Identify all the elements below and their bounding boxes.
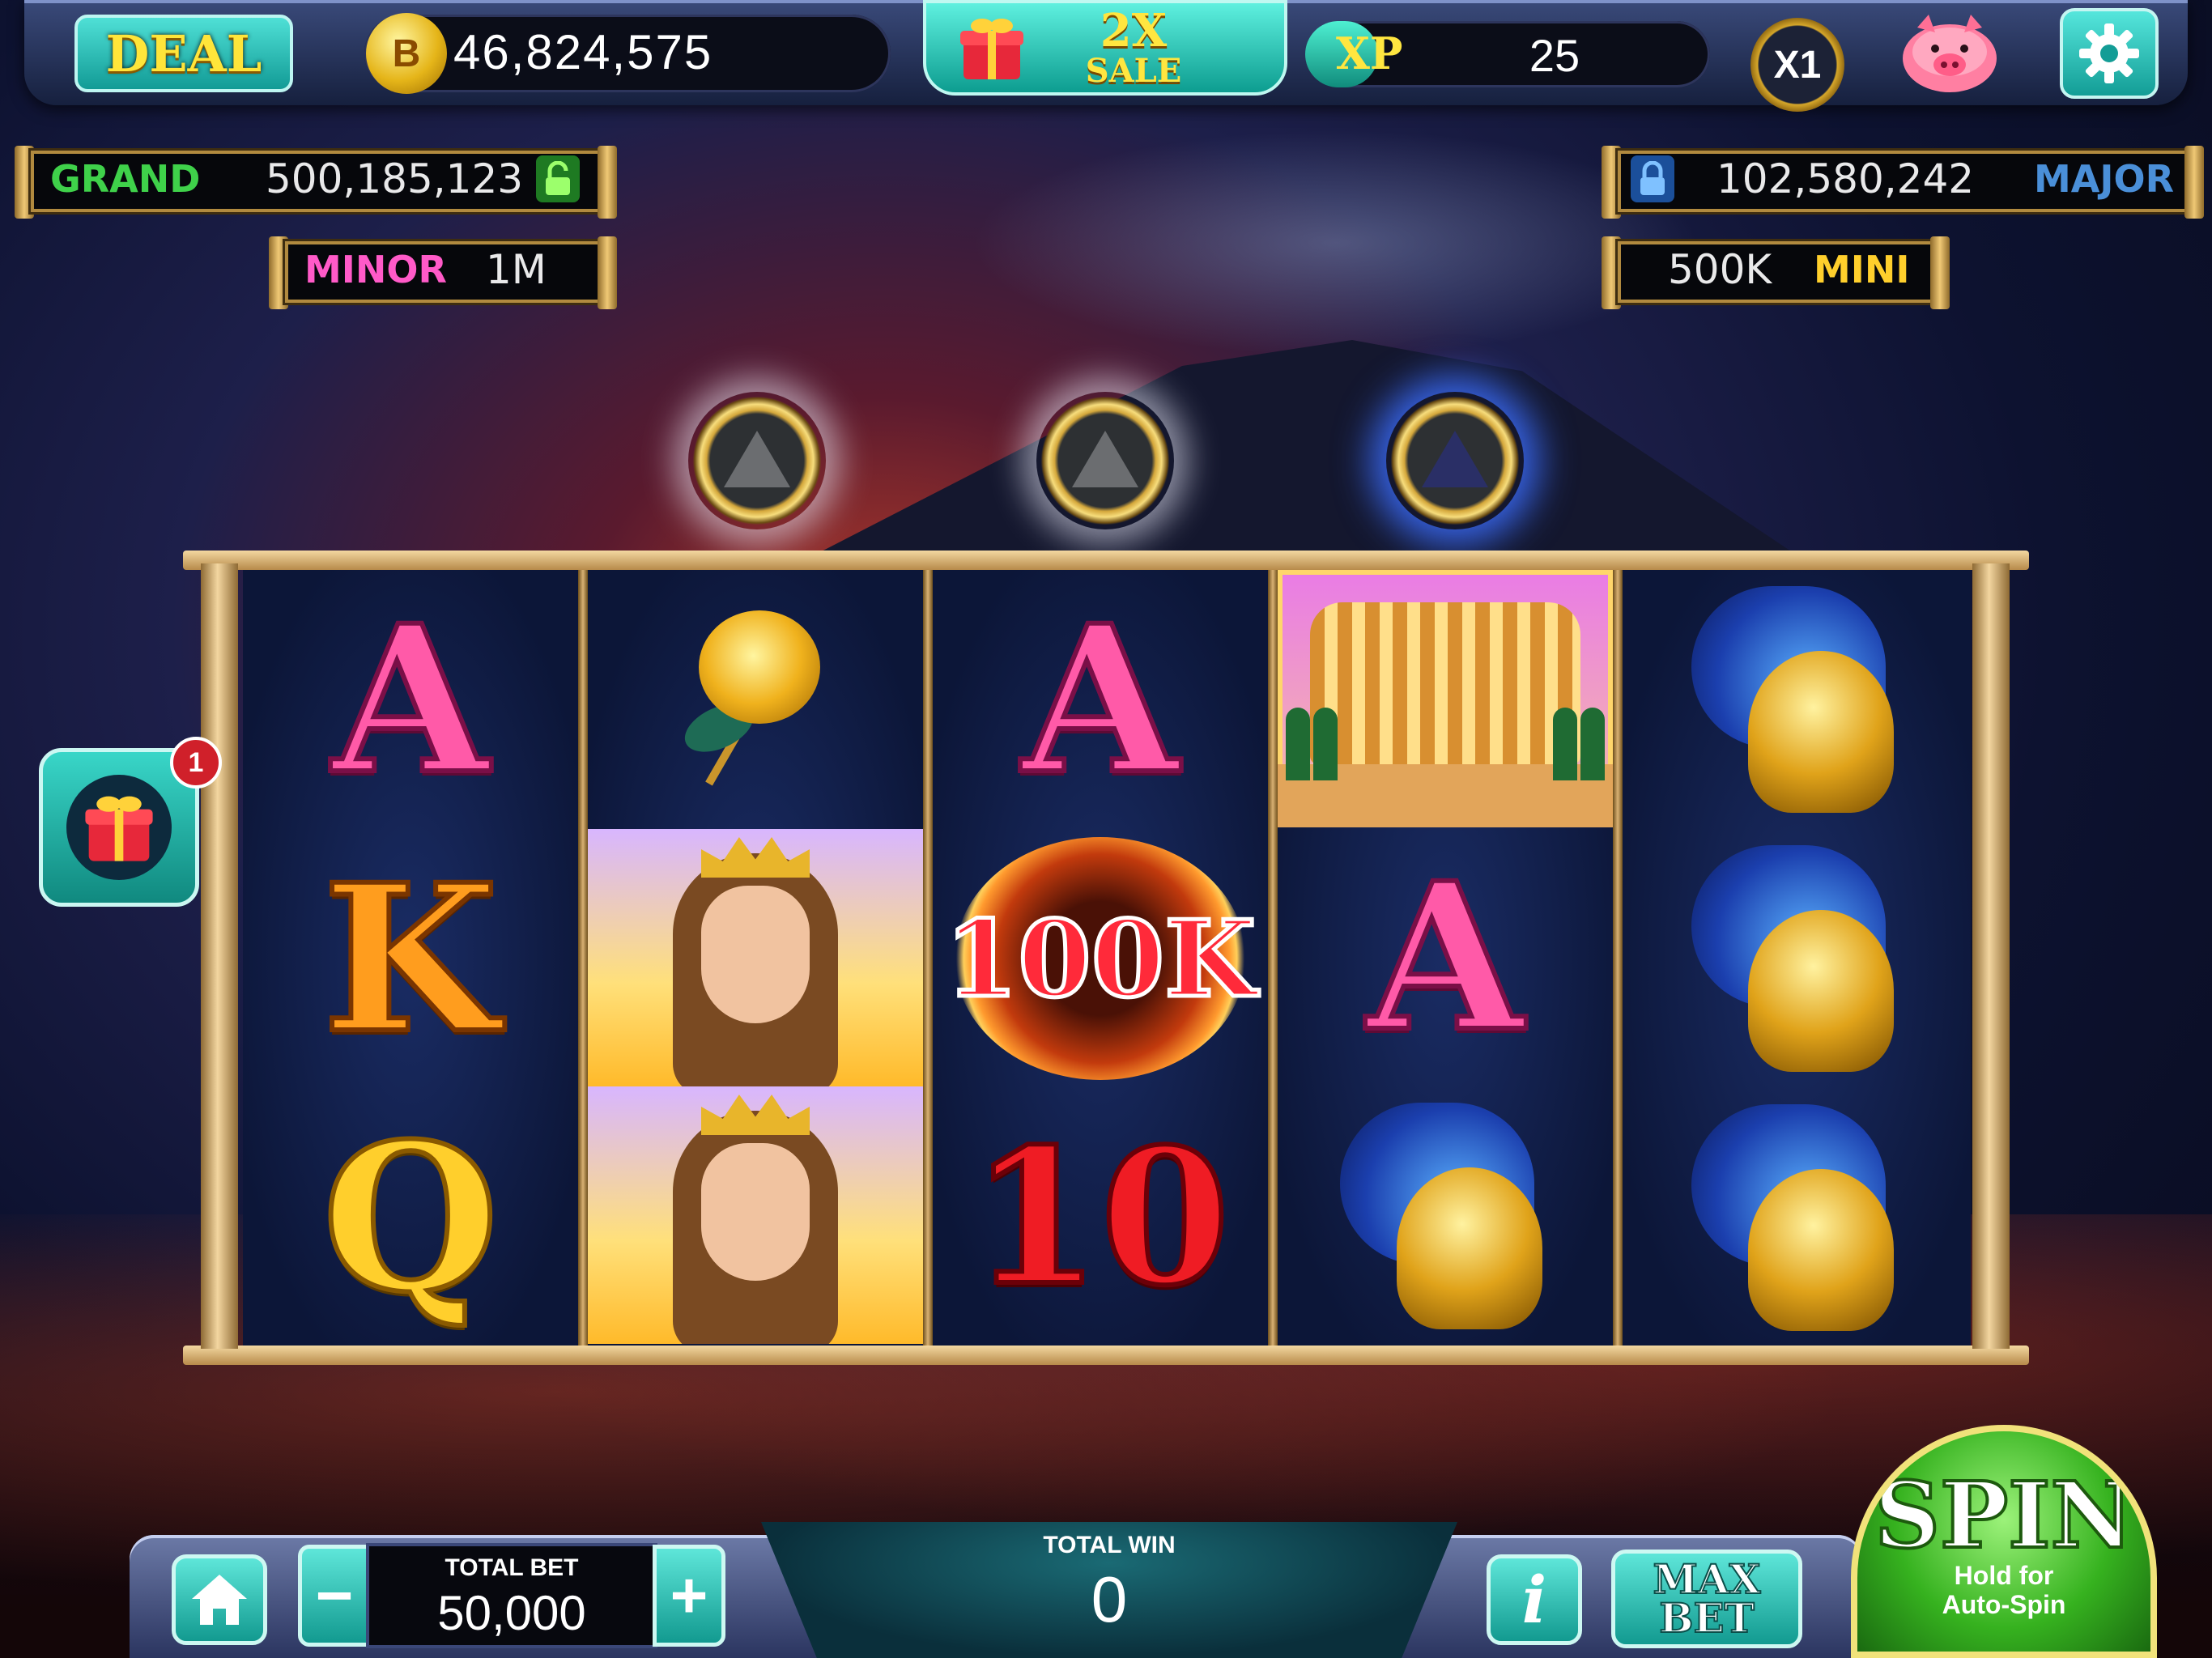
spartan-helmet-icon	[1675, 1096, 1918, 1339]
jackpot-grand-label: GRAND	[50, 157, 201, 201]
jackpot-major-value: 102,580,242	[1716, 155, 1975, 202]
multiplier-badge[interactable]: X1	[1750, 18, 1844, 112]
symbol-text: K	[320, 840, 500, 1078]
reel-pillar-right	[1972, 563, 2010, 1349]
symbol-a: A	[1278, 827, 1613, 1086]
total-win-display: TOTAL WIN 0	[761, 1522, 1457, 1658]
jackpot-cap-right	[598, 236, 617, 309]
max-bet-button[interactable]: MAX BET	[1611, 1550, 1802, 1648]
symbol-text: Q	[320, 1099, 501, 1337]
symbol-k: K	[243, 829, 578, 1088]
jackpot-mini-label: MINI	[1814, 248, 1910, 291]
jackpot-cap-right	[598, 146, 617, 219]
symbol-spartan-helmet	[1623, 829, 1971, 1088]
symbol-a: A	[933, 570, 1268, 829]
reel-separator	[1613, 570, 1623, 1346]
volcano-orb-grey	[688, 392, 826, 529]
total-bet-value: 50,000	[437, 1586, 586, 1640]
fireball-value: 100K	[942, 895, 1257, 1022]
settings-button[interactable]	[2060, 8, 2159, 99]
home-button[interactable]	[172, 1554, 267, 1645]
total-bet-display: TOTAL BET 50,000	[366, 1543, 657, 1648]
volcano-orb-grey	[1036, 392, 1174, 529]
decrease-bet-button[interactable]: −	[298, 1545, 371, 1647]
sale-text: SALE	[1085, 52, 1182, 90]
reel-separator	[1268, 570, 1278, 1346]
spartan-helmet-icon	[1675, 578, 1918, 821]
jackpot-minor-label: MINOR	[304, 248, 447, 291]
symbol-text: A	[1364, 838, 1526, 1076]
coin-balance: 46,824,575	[453, 25, 713, 79]
symbol-spartan-helmet	[1623, 1088, 1971, 1347]
symbol-text: A	[330, 580, 491, 818]
spartan-helmet-icon	[1675, 837, 1918, 1080]
reel-separator	[923, 570, 933, 1346]
xp-value: 25	[1529, 30, 1580, 81]
coin-icon: B	[366, 13, 447, 94]
max-bet-line2: BET	[1658, 1594, 1755, 1642]
symbol-queen	[588, 1086, 923, 1344]
sale-multiplier: 2X	[1100, 4, 1168, 57]
gear-icon	[2079, 23, 2139, 83]
volcano-orb-blue	[1386, 392, 1524, 529]
increase-bet-button[interactable]: +	[653, 1545, 725, 1647]
xp-label: XP	[1336, 28, 1403, 79]
jackpot-grand-value: 500,185,123	[266, 155, 524, 202]
jackpot-cap-right	[1930, 236, 1950, 309]
max-bet-line1: MAX	[1653, 1555, 1762, 1603]
jackpot-major-label: MAJOR	[2034, 157, 2175, 201]
symbol-colosseum	[1278, 570, 1613, 827]
minus-icon: −	[315, 1559, 354, 1631]
deal-button[interactable]: DEAL	[74, 15, 293, 92]
spin-auto-text: Auto-Spin	[1942, 1590, 2066, 1619]
plus-icon: +	[670, 1559, 708, 1631]
reel-frame-bottom	[183, 1346, 2029, 1365]
gift-icon	[960, 19, 1023, 79]
spin-label: SPIN	[1873, 1463, 2135, 1569]
spartan-helmet-icon	[1324, 1095, 1567, 1337]
jackpot-mini-value: 500K	[1668, 246, 1772, 293]
jackpot-cap-right	[2184, 146, 2204, 219]
symbol-text: A	[1019, 580, 1181, 818]
symbol-10: 10	[933, 1088, 1268, 1347]
symbol-text: 10	[968, 1108, 1232, 1327]
info-icon: i	[1521, 1562, 1547, 1638]
symbol-spartan-helmet	[1623, 570, 1971, 829]
volcano-smoke	[972, 130, 1700, 356]
symbol-q: Q	[243, 1088, 578, 1347]
fireball-icon: 100K	[942, 837, 1258, 1080]
total-win-value: 0	[1091, 1563, 1128, 1635]
jackpot-minor-value: 1M	[486, 246, 547, 293]
gift-icon	[85, 796, 153, 861]
reel-separator	[578, 570, 588, 1346]
reel-2	[588, 570, 923, 1346]
reel-frame-top	[183, 551, 2029, 570]
symbol-golden-rose	[588, 570, 923, 829]
reel-5	[1623, 570, 1971, 1346]
reel-3: A 100K 10	[933, 570, 1268, 1346]
piggy-bank-icon[interactable]	[1893, 11, 2006, 99]
symbol-a: A	[243, 570, 578, 829]
golden-rose-icon	[674, 610, 836, 789]
unlock-icon	[536, 155, 580, 202]
total-win-label: TOTAL WIN	[1043, 1532, 1176, 1558]
lock-icon	[1631, 155, 1674, 202]
symbol-spartan-helmet	[1278, 1086, 1613, 1346]
info-button[interactable]: i	[1487, 1554, 1582, 1645]
symbol-fireball-100k: 100K	[933, 829, 1268, 1088]
notification-badge: 1	[170, 737, 222, 789]
reel-1: A K Q	[243, 570, 578, 1346]
symbol-queen	[588, 829, 923, 1086]
reel-pillar-left	[201, 563, 238, 1349]
sale-label: 2X SALE	[1053, 8, 1214, 89]
total-bet-label: TOTAL BET	[445, 1554, 579, 1581]
home-icon	[192, 1575, 247, 1625]
reel-4: A	[1278, 570, 1613, 1346]
